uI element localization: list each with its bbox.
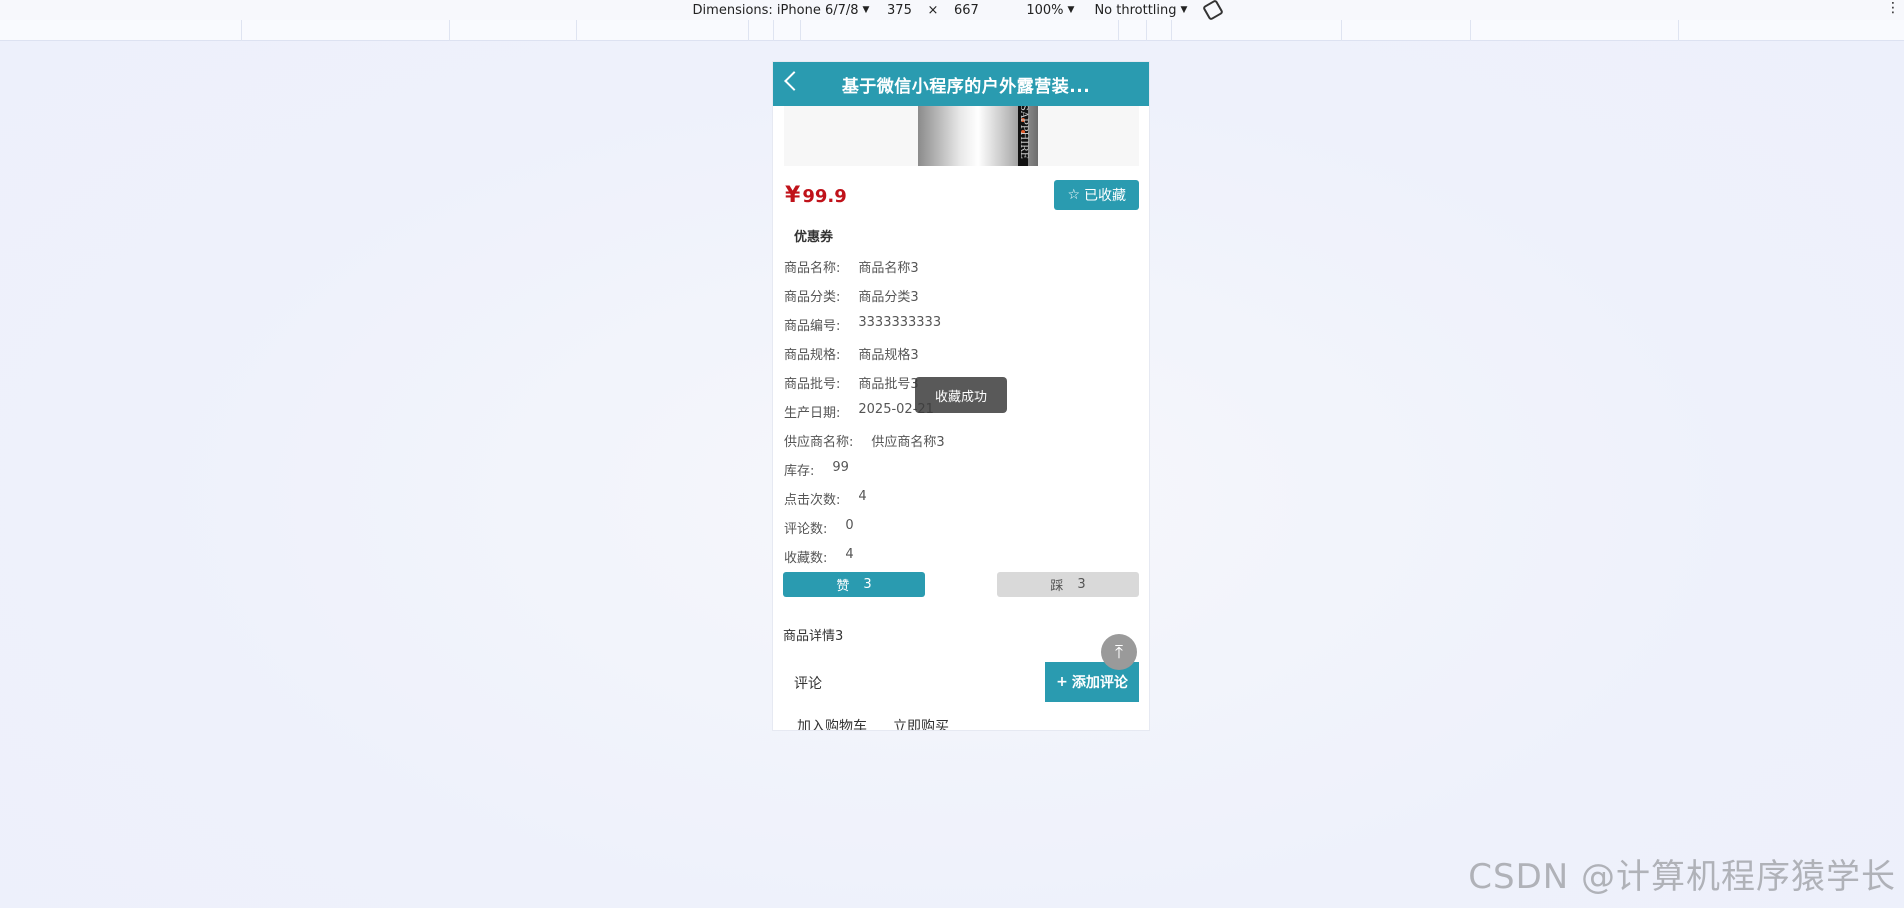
zoom-dropdown[interactable]: 100% ▼ <box>1026 3 1074 18</box>
info-key: 评论数: <box>784 522 828 537</box>
nav-bar: 基于微信小程序的户外露营装... <box>773 62 1149 106</box>
favorite-button[interactable]: ☆ 已收藏 <box>1054 180 1139 210</box>
info-row: 评论数: 0 <box>784 518 1149 547</box>
vote-row: 赞 3 踩 3 <box>773 572 1149 597</box>
add-comment-label: 添加评论 <box>1071 675 1128 691</box>
price-row: ¥99.9 ☆ 已收藏 <box>773 166 1149 210</box>
add-to-cart-button[interactable]: 加入购物车 <box>797 716 867 730</box>
dislike-count: 3 <box>1077 577 1086 592</box>
back-icon[interactable] <box>784 71 804 91</box>
dislike-button[interactable]: 踩 3 <box>997 572 1139 597</box>
device-dropdown[interactable]: Dimensions: iPhone 6/7/8 ▼ <box>693 3 870 18</box>
zoom-label: 100% <box>1026 2 1064 18</box>
bottom-action-bar: 加入购物车 立即购买 <box>773 716 1149 730</box>
info-row: 点击次数: 4 <box>784 489 1149 518</box>
nav-title: 基于微信小程序的户外露营装... <box>841 76 1091 97</box>
toast-message: 收藏成功 <box>915 377 1007 413</box>
star-icon: ☆ <box>1067 187 1080 203</box>
like-count: 3 <box>863 577 872 592</box>
info-value: 商品分类3 <box>858 290 919 305</box>
throttling-dropdown[interactable]: No throttling ▼ <box>1094 3 1187 18</box>
info-value: 4 <box>858 489 867 504</box>
rotate-icon[interactable] <box>1202 0 1225 21</box>
like-button[interactable]: 赞 3 <box>783 572 925 597</box>
plus-icon: + <box>1056 674 1068 690</box>
chevron-down-icon: ▼ <box>1067 5 1075 15</box>
like-label: 赞 <box>836 579 850 594</box>
height-input[interactable]: 667 <box>946 3 986 18</box>
comment-row: 评论 + 添加评论 <box>783 662 1139 702</box>
info-value: 3333333333 <box>858 315 942 330</box>
phone-viewport: 基于微信小程序的户外露营装... SAPPHIRE ¥99.9 ☆ 已收藏 优惠… <box>773 62 1149 730</box>
info-value: 商品规格3 <box>858 348 919 363</box>
chevron-down-icon: ▼ <box>862 5 870 15</box>
arrow-up-icon: ⤒ <box>1115 641 1123 663</box>
product-image: SAPPHIRE <box>783 106 1139 166</box>
bottle-label: SAPPHIRE <box>1017 106 1029 160</box>
more-options-icon[interactable]: ⋮ <box>1886 0 1900 16</box>
media-query-ruler <box>0 20 1904 41</box>
throttling-label: No throttling <box>1094 2 1177 18</box>
back-to-top-button[interactable]: ⤒ <box>1101 634 1137 670</box>
comment-label: 评论 <box>794 676 822 692</box>
info-key: 供应商名称: <box>784 435 854 450</box>
info-row: 商品规格: 商品规格3 <box>784 344 1149 373</box>
price-value: 99.9 <box>802 185 847 207</box>
dimensions-label: Dimensions: iPhone 6/7/8 <box>692 2 859 18</box>
info-row: 库存: 99 <box>784 460 1149 489</box>
info-row: 商品分类: 商品分类3 <box>784 286 1149 315</box>
buy-now-button[interactable]: 立即购买 <box>893 716 949 730</box>
info-row: 商品编号: 3333333333 <box>784 315 1149 344</box>
info-value: 99 <box>832 460 849 475</box>
dislike-label: 踩 <box>1050 579 1064 594</box>
info-key: 库存: <box>784 464 815 479</box>
info-row: 商品名称: 商品名称3 <box>784 257 1149 286</box>
price: ¥99.9 <box>785 183 847 208</box>
watermark: CSDN @计算机程序猿学长 <box>1468 857 1896 897</box>
info-key: 商品编号: <box>784 319 841 334</box>
info-key: 点击次数: <box>784 493 841 508</box>
favorite-label: 已收藏 <box>1084 188 1126 204</box>
info-value: 供应商名称3 <box>871 435 945 450</box>
info-key: 商品分类: <box>784 290 841 305</box>
info-value: 商品名称3 <box>858 261 919 276</box>
info-key: 商品批号: <box>784 377 841 392</box>
width-input[interactable]: 375 <box>879 3 919 18</box>
info-key: 商品规格: <box>784 348 841 363</box>
info-key: 商品名称: <box>784 261 841 276</box>
product-detail: 商品详情3 <box>783 629 844 644</box>
times-sign: × <box>927 2 939 18</box>
info-key: 生产日期: <box>784 406 841 421</box>
coupon-link[interactable]: 优惠券 <box>773 210 1149 245</box>
info-value: 0 <box>845 518 854 533</box>
info-value: 商品批号3 <box>858 377 919 392</box>
devtools-toolbar: Dimensions: iPhone 6/7/8 ▼ 375 × 667 100… <box>0 0 1904 21</box>
info-row: 供应商名称: 供应商名称3 <box>784 431 1149 460</box>
chevron-down-icon: ▼ <box>1180 5 1188 15</box>
price-symbol: ¥ <box>785 182 801 208</box>
